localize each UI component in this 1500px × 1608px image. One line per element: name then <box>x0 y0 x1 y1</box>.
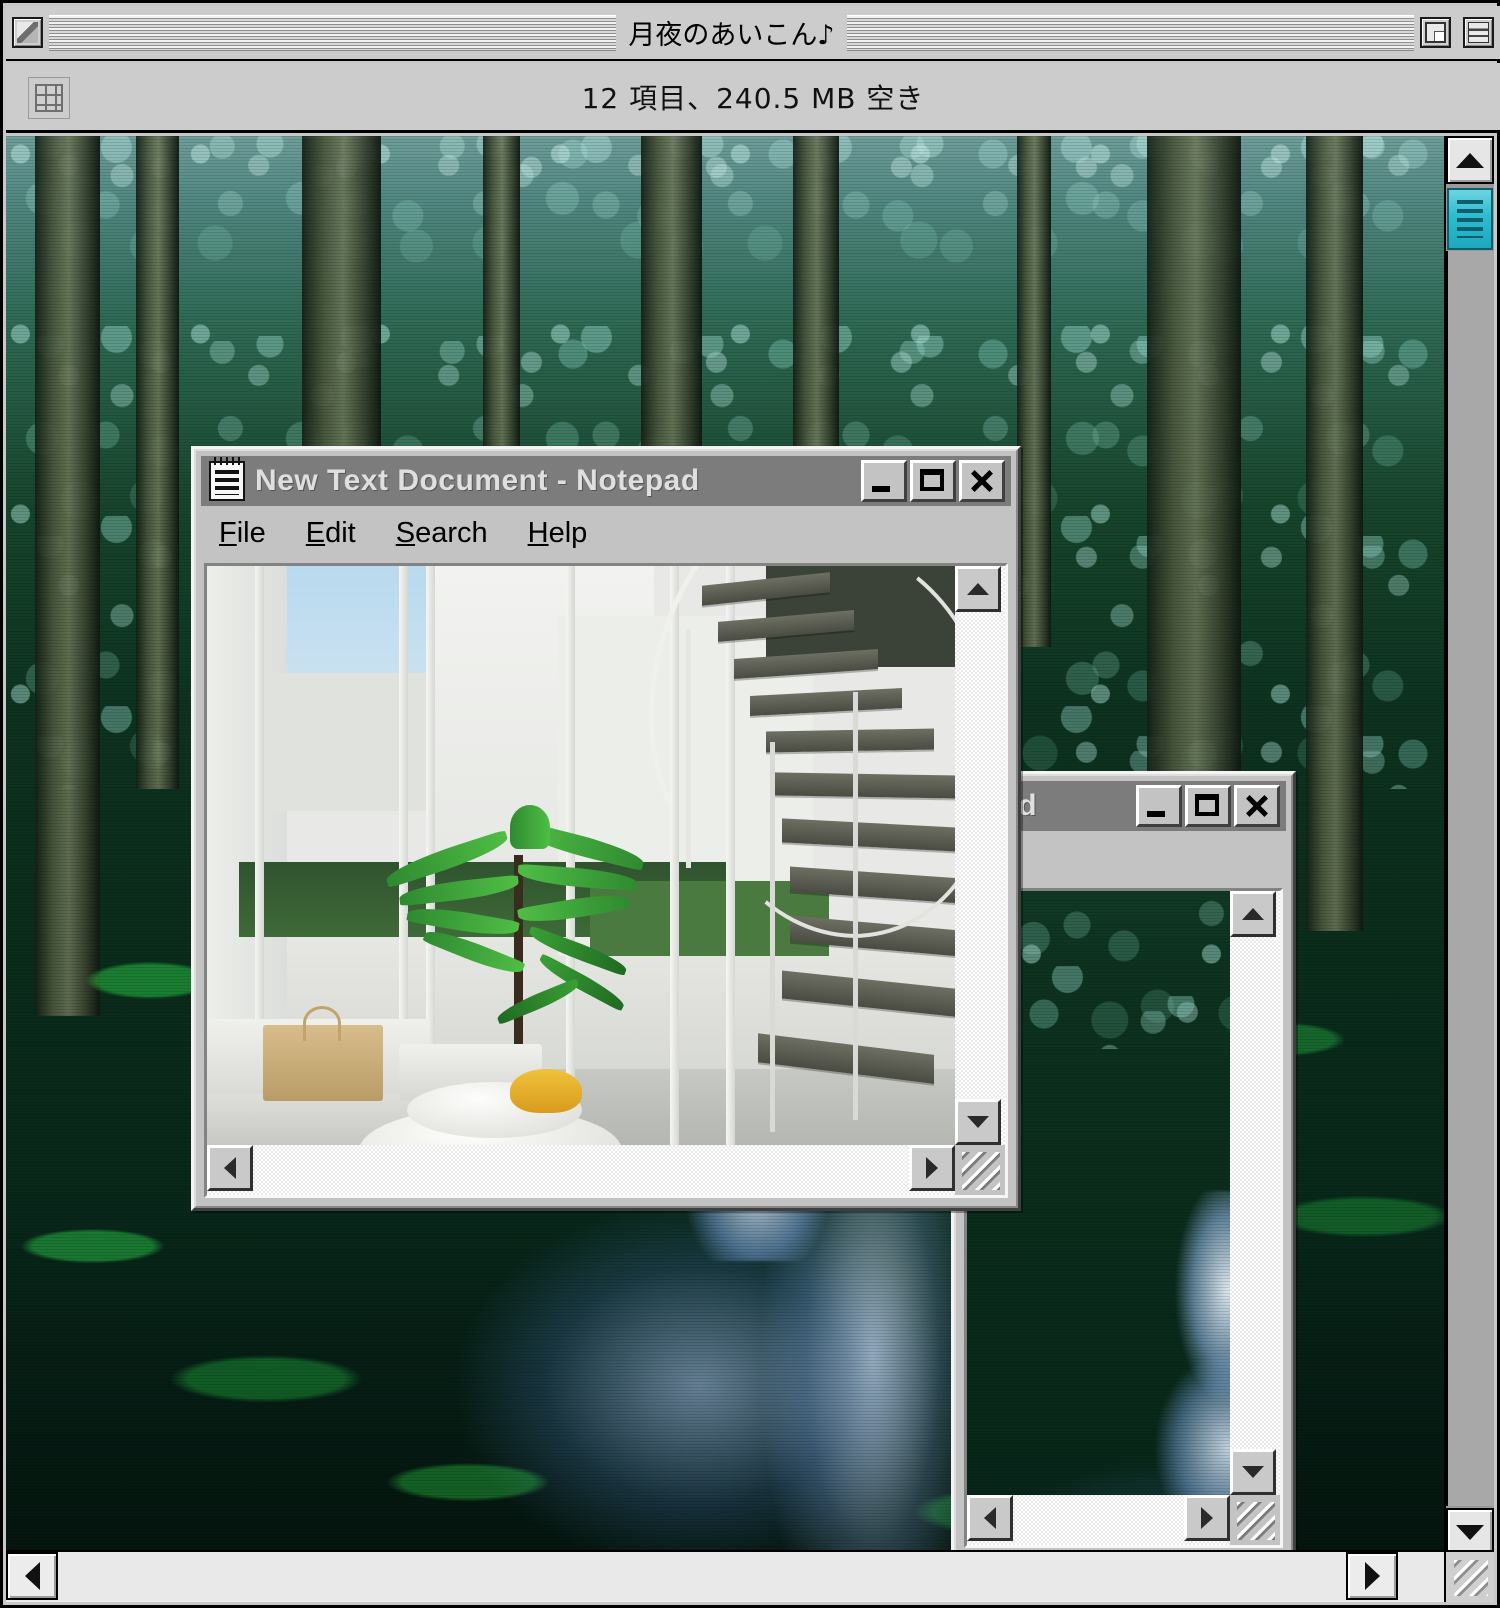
minimize-button[interactable] <box>1136 785 1182 827</box>
scroll-up-button[interactable] <box>1230 891 1276 937</box>
finder-titlebar[interactable]: 月夜のあいこん♪ <box>6 6 1500 61</box>
vertical-scroll-thumb[interactable] <box>1447 188 1493 250</box>
triangle-down-icon <box>1242 1466 1264 1478</box>
scroll-right-button[interactable] <box>1184 1495 1230 1541</box>
titlebar-stripes-right <box>846 14 1415 51</box>
scroll-right-arrow[interactable] <box>1346 1552 1398 1600</box>
collapse-box[interactable] <box>1463 17 1495 48</box>
notepad-icon <box>209 457 245 501</box>
notepad1-vertical-scrollbar[interactable] <box>955 566 1005 1195</box>
notepad1-client-area[interactable] <box>204 563 1008 1198</box>
menu-search[interactable]: Search <box>396 517 488 550</box>
triangle-left-icon <box>984 1507 996 1529</box>
scroll-down-arrow[interactable] <box>1446 1508 1494 1556</box>
folder-status-text: 12 項目、240.5 MB 空き <box>581 81 925 115</box>
notepad1-resize-grip[interactable] <box>955 1145 1005 1195</box>
triangle-right-icon <box>1364 1562 1380 1590</box>
scroll-right-button[interactable] <box>909 1145 955 1191</box>
scroll-down-button[interactable] <box>1230 1449 1276 1495</box>
finder-window: 月夜のあいこん♪ 12 項目、240.5 MB 空き New Text Docu… <box>0 0 1500 1608</box>
close-button[interactable] <box>959 460 1005 502</box>
close-box[interactable] <box>12 17 43 48</box>
zoom-box[interactable] <box>1420 17 1452 48</box>
triangle-up-icon <box>1456 152 1484 168</box>
window-title: 月夜のあいこん♪ <box>616 13 847 52</box>
finder-resize-grip[interactable] <box>1444 1550 1494 1602</box>
notepad1-title-text: New Text Document - Notepad <box>255 464 700 497</box>
notepad1-horizontal-scrollbar[interactable] <box>207 1145 1005 1195</box>
notepad1-menubar[interactable]: File Edit Search Help <box>201 508 1011 558</box>
notepad-window-primary[interactable]: New Text Document - Notepad File Edit Se… <box>191 446 1021 1211</box>
finder-horizontal-scrollbar[interactable] <box>6 1550 1450 1602</box>
scroll-down-button[interactable] <box>955 1099 1001 1145</box>
vertical-scroll-track[interactable] <box>1446 251 1494 1506</box>
notepad1-titlebar[interactable]: New Text Document - Notepad <box>201 456 1011 506</box>
triangle-down-icon <box>967 1116 989 1128</box>
grid-view-icon[interactable] <box>28 77 70 119</box>
scroll-left-arrow[interactable] <box>6 1552 58 1600</box>
titlebar-stripes-left <box>49 14 617 51</box>
triangle-up-icon <box>967 583 989 595</box>
scroll-left-button[interactable] <box>967 1495 1013 1541</box>
triangle-up-icon <box>1242 908 1264 920</box>
scroll-left-button[interactable] <box>207 1145 253 1191</box>
menu-file[interactable]: File <box>219 517 266 550</box>
triangle-left-icon <box>224 1157 236 1179</box>
scroll-up-button[interactable] <box>955 566 1001 612</box>
notepad2-vertical-scrollbar[interactable] <box>1230 891 1280 1545</box>
close-button[interactable] <box>1234 785 1280 827</box>
finder-vertical-scrollbar[interactable] <box>1444 136 1494 1556</box>
menu-edit[interactable]: Edit <box>306 517 356 550</box>
maximize-button[interactable] <box>910 460 956 502</box>
interior-render-image <box>207 566 1005 1195</box>
scroll-up-arrow[interactable] <box>1446 136 1494 184</box>
maximize-button[interactable] <box>1185 785 1231 827</box>
finder-info-bar: 12 項目、240.5 MB 空き <box>6 63 1500 133</box>
menu-help[interactable]: Help <box>528 517 588 550</box>
triangle-right-icon <box>1201 1507 1213 1529</box>
triangle-left-icon <box>24 1562 40 1590</box>
triangle-down-icon <box>1456 1524 1484 1540</box>
minimize-button[interactable] <box>861 460 907 502</box>
notepad2-resize-grip[interactable] <box>1230 1495 1280 1545</box>
finder-content-area: epad <box>6 136 1450 1556</box>
triangle-right-icon <box>926 1157 938 1179</box>
